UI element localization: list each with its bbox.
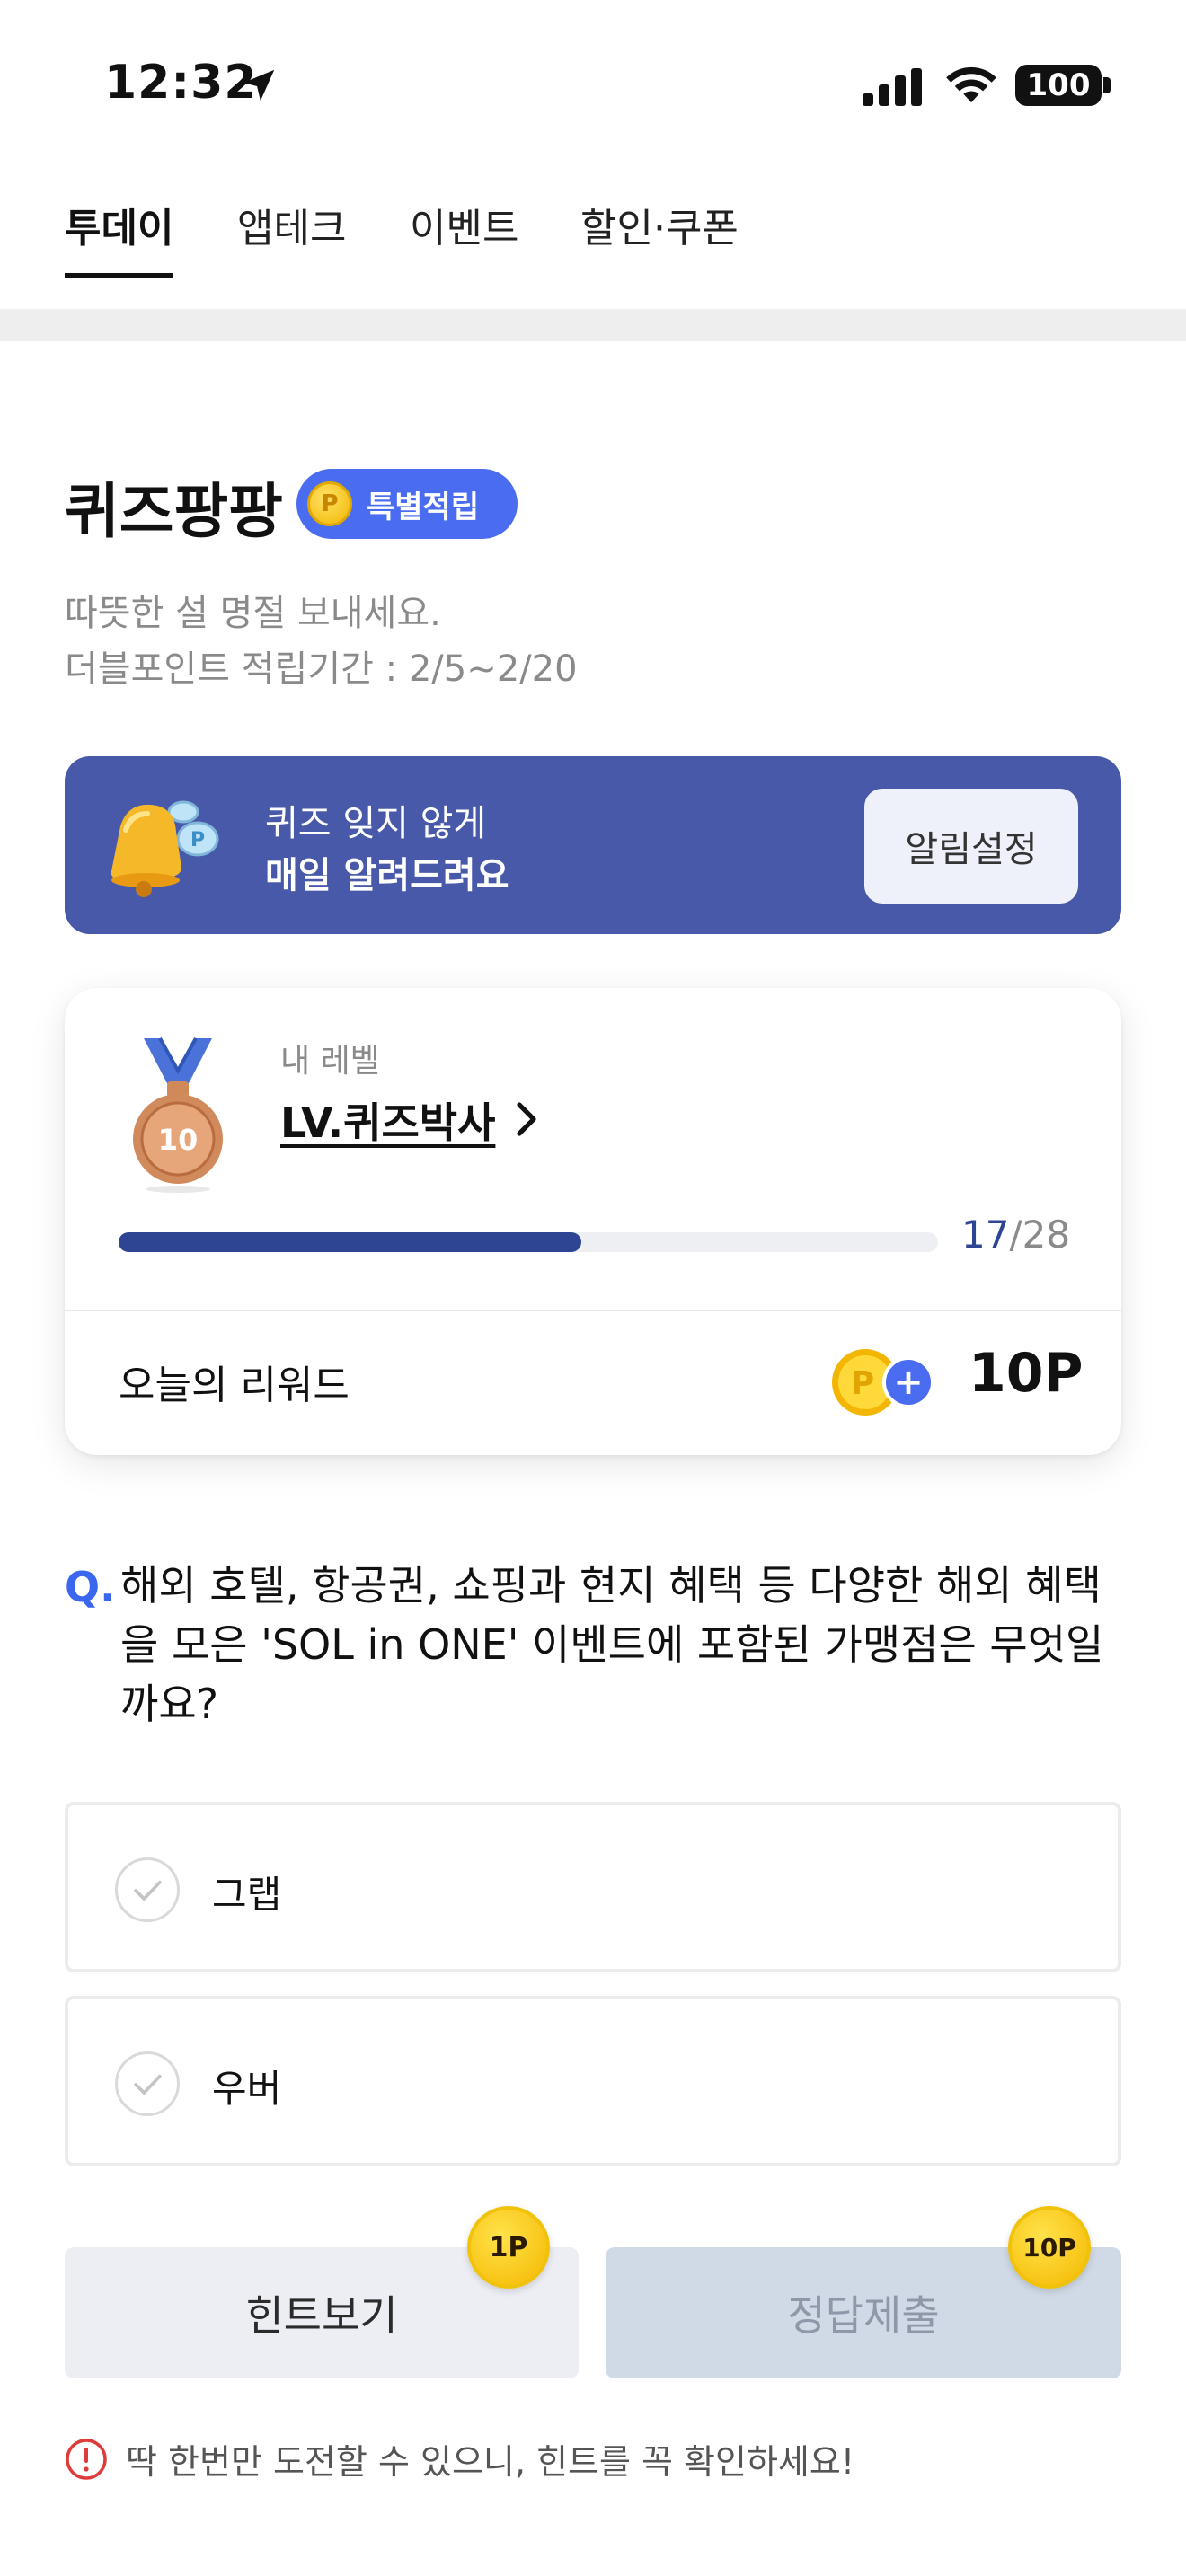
tab-discount-coupon[interactable]: 할인·쿠폰: [580, 196, 739, 253]
medal-icon: 10: [133, 1037, 223, 1193]
level-progress-fill: [119, 1232, 581, 1252]
tab-today[interactable]: 투데이: [65, 196, 173, 253]
status-time: 12:32: [104, 56, 258, 110]
quiz-subtitle-line2: 더블포인트 적립기간 : 2/5~2/20: [65, 648, 578, 690]
cellular-signal-icon: [863, 68, 922, 106]
tab-apptech[interactable]: 앱테크: [237, 196, 346, 253]
battery-icon: 100: [1015, 65, 1102, 106]
my-level-label: 내 레벨: [280, 1043, 380, 1080]
section-divider: [0, 309, 1186, 341]
answer-option-label: 우버: [212, 2067, 282, 2111]
answer-option[interactable]: 우버: [65, 1996, 1121, 2166]
warning-icon: [66, 2439, 107, 2480]
special-badge-label: 특별적립: [367, 489, 480, 525]
question-marker: Q.: [65, 1563, 116, 1611]
reward-coin-letter: P: [851, 1365, 874, 1402]
check-circle-icon: [115, 1857, 180, 1922]
card-divider: [65, 1310, 1121, 1311]
progress-separator: /: [1009, 1213, 1022, 1257]
banner-text-line2: 매일 알려드려요: [265, 855, 509, 896]
location-arrow-icon: [243, 69, 275, 101]
banner-text-line1: 퀴즈 잊지 않게: [265, 803, 487, 844]
level-progress-count: 17/28: [961, 1213, 1070, 1257]
active-tab-indicator: [65, 273, 173, 278]
submit-reward-badge: 10P: [1008, 2206, 1091, 2289]
plus-icon: +: [882, 1356, 934, 1408]
answer-option-label: 그랩: [212, 1873, 282, 1917]
quiz-subtitle-line1: 따뜻한 설 명절 보내세요.: [65, 593, 441, 634]
hint-cost-badge: 1P: [467, 2206, 550, 2289]
medal-number: 10: [158, 1123, 199, 1157]
level-name-link[interactable]: LV.퀴즈박사: [280, 1090, 495, 1150]
quiz-title: 퀴즈팡팡: [65, 477, 283, 546]
check-circle-icon: [115, 2051, 180, 2116]
battery-tip: [1103, 77, 1111, 93]
progress-current: 17: [961, 1213, 1010, 1257]
wifi-icon: [946, 66, 996, 103]
alarm-settings-button[interactable]: 알림설정: [864, 789, 1078, 904]
battery-level: 100: [1026, 67, 1091, 103]
bell-coins-icon: P: [111, 800, 219, 897]
warning-text: 딱 한번만 도전할 수 있으니, 힌트를 꼭 확인하세요!: [126, 2442, 855, 2482]
progress-total: 28: [1022, 1213, 1071, 1257]
svg-text:P: P: [190, 829, 205, 851]
answer-option[interactable]: 그랩: [65, 1802, 1121, 1972]
today-reward-label: 오늘의 리워드: [119, 1363, 350, 1408]
today-reward-amount: 10P: [969, 1342, 1084, 1405]
special-reward-badge: P 특별적립: [296, 469, 518, 539]
chevron-right-icon[interactable]: [514, 1101, 539, 1137]
question-text: 해외 호텔, 항공권, 쇼핑과 현지 혜택 등 다양한 해외 혜택을 모은 'S…: [120, 1561, 1104, 1728]
tab-event[interactable]: 이벤트: [410, 196, 518, 253]
point-coin-icon: P: [307, 481, 352, 526]
